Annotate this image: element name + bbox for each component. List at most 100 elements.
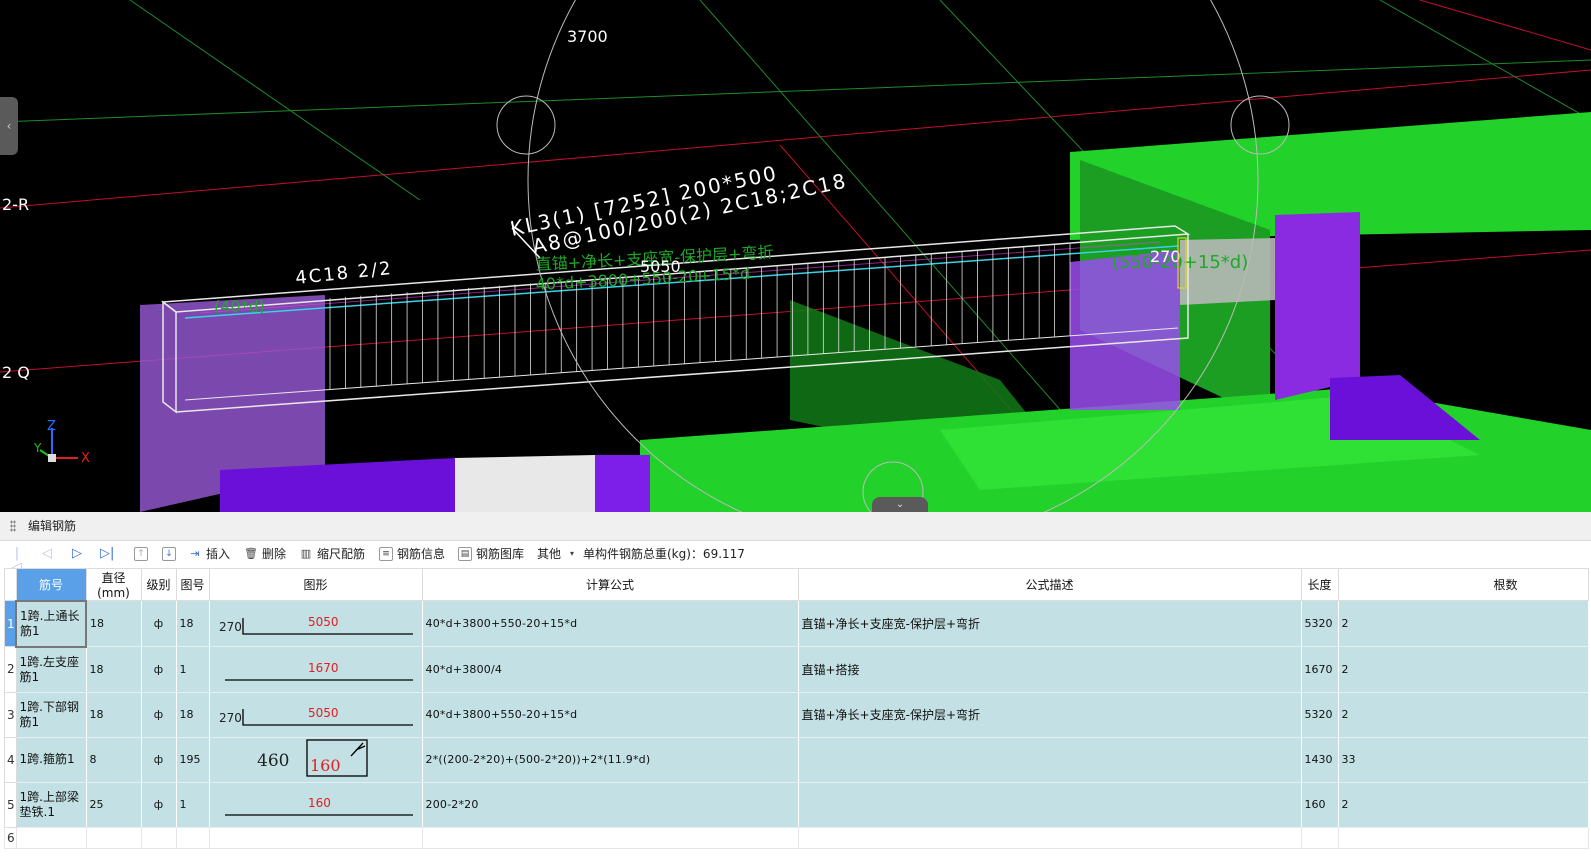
table-row-empty[interactable]: 6 [4, 826, 1589, 849]
cell-name[interactable]: 1跨.箍筋1 [15, 736, 87, 783]
cell-desc[interactable] [797, 826, 1302, 849]
cell-fig[interactable]: 1 [175, 781, 210, 828]
cell-formula[interactable]: 200-2*20 [421, 781, 799, 828]
row-number[interactable]: 6 [4, 826, 17, 849]
table-row[interactable]: 2 1跨.左支座筋1 18 ф 1 1670 40*d+3800/4 直锚+搭接… [4, 646, 1589, 693]
delete-button[interactable]: 🗑 删除 [244, 541, 286, 567]
cell-dia[interactable]: 18 [85, 646, 142, 693]
rebar-library-button[interactable]: ▤ 钢筋图库 [458, 541, 524, 567]
cell-grade[interactable]: ф [140, 691, 177, 738]
side-panel-toggle[interactable]: ‹ [0, 97, 18, 155]
table-row[interactable]: 3 1跨.下部钢筋1 18 ф 18 270 5050 40*d+3800+55… [4, 691, 1589, 738]
cell-dia[interactable]: 25 [85, 781, 142, 828]
shape-left-dim: 460 [257, 751, 289, 771]
cell-desc[interactable]: 直锚+净长+支座宽-保护层+弯折 [797, 691, 1302, 738]
cell-length[interactable]: 5320 [1300, 600, 1339, 647]
cell-dia[interactable]: 18 [85, 600, 142, 647]
cell-length[interactable]: 5320 [1300, 691, 1339, 738]
cell-dia[interactable]: 18 [85, 691, 142, 738]
row-number[interactable]: 5 [4, 781, 17, 828]
cell-fig[interactable]: 18 [175, 600, 210, 647]
row-number[interactable]: 2 [4, 646, 17, 693]
cell-dia[interactable] [85, 826, 142, 849]
table-row[interactable]: 4 1跨.箍筋1 8 ф 195 460 160 2*((200-2*20)+(… [4, 736, 1589, 783]
3d-viewport[interactable]: 2-R 2 Q 3700 KL3(1) [7252] 200*500 A8@10… [0, 0, 1591, 512]
cell-desc[interactable] [797, 736, 1302, 783]
cell-dia[interactable]: 8 [85, 736, 142, 783]
cell-length[interactable]: 1430 [1300, 736, 1339, 783]
col-header-shape[interactable]: 图形 [208, 568, 423, 601]
cell-name[interactable] [15, 826, 87, 849]
cell-grade[interactable]: ф [140, 736, 177, 783]
cell-fig[interactable] [175, 826, 210, 849]
cell-grade[interactable]: ф [140, 600, 177, 647]
first-record-button[interactable]: |◁ [10, 541, 24, 575]
col-header-desc[interactable]: 公式描述 [797, 568, 1302, 601]
cell-grade[interactable]: ф [140, 646, 177, 693]
dimension-top: 3700 [567, 27, 608, 46]
trash-icon: 🗑 [244, 547, 258, 560]
drag-grip-icon[interactable] [10, 520, 16, 532]
cell-shape[interactable]: 270 5050 [208, 691, 423, 738]
row-number[interactable]: 3 [4, 691, 17, 738]
cell-fig[interactable]: 1 [175, 646, 210, 693]
cell-length[interactable]: 1670 [1300, 646, 1339, 693]
3d-scene[interactable]: 2-R 2 Q 3700 KL3(1) [7252] 200*500 A8@10… [0, 0, 1591, 512]
cell-name[interactable]: 1跨.下部钢筋1 [15, 691, 87, 738]
cell-count[interactable]: 2 [1337, 600, 1589, 647]
cell-formula[interactable]: 2*((200-2*20)+(500-2*20))+2*(11.9*d) [421, 736, 799, 783]
cell-fig[interactable]: 195 [175, 736, 210, 783]
col-header-formula[interactable]: 计算公式 [421, 568, 799, 601]
cell-shape[interactable]: 160 [208, 781, 423, 828]
col-header-fig[interactable]: 图号 [175, 568, 210, 601]
cell-grade[interactable]: ф [140, 781, 177, 828]
cell-count[interactable]: 2 [1337, 691, 1589, 738]
grid-line [1419, 0, 1591, 51]
table-row[interactable]: 1 1跨.上通长筋1 18 ф 18 270 5050 40*d+3800+55… [4, 599, 1589, 648]
cell-count[interactable]: 2 [1337, 646, 1589, 693]
cell-desc[interactable] [797, 781, 1302, 828]
cell-formula[interactable]: 40*d+3800+550-20+15*d [421, 600, 799, 647]
cell-count[interactable]: 33 [1337, 736, 1589, 783]
table-header-row: 筋号 直径(mm) 级别 图号 图形 计算公式 公式描述 长度 根数 [4, 568, 1589, 601]
col-header-grade[interactable]: 级别 [140, 568, 177, 601]
cell-count[interactable]: 2 [1337, 781, 1589, 828]
col-header-no[interactable]: 筋号 [15, 568, 87, 601]
cell-shape[interactable] [208, 826, 423, 849]
other-menu-button[interactable]: 其他 ▾ [537, 541, 579, 567]
cell-count[interactable] [1337, 826, 1589, 849]
col-header-dia[interactable]: 直径(mm) [85, 568, 142, 601]
cell-formula[interactable] [421, 826, 799, 849]
cell-desc[interactable]: 直锚+净长+支座宽-保护层+弯折 [797, 600, 1302, 647]
rebar-shape-straight: 1670 [224, 661, 413, 681]
row-number[interactable]: 1 [4, 600, 17, 647]
cell-formula[interactable]: 40*d+3800/4 [421, 646, 799, 693]
axis-gizmo: Z X Y [33, 419, 90, 466]
move-down-button[interactable]: ↓ [162, 541, 176, 567]
cell-grade[interactable] [140, 826, 177, 849]
cell-shape[interactable]: 270 5050 [208, 600, 423, 647]
cell-name[interactable]: 1跨.上通长筋1 [15, 599, 87, 648]
col-header-count[interactable]: 根数 [1337, 568, 1589, 601]
cell-shape[interactable]: 1670 [208, 646, 423, 693]
cell-desc[interactable]: 直锚+搭接 [797, 646, 1302, 693]
cell-length[interactable]: 160 [1300, 781, 1339, 828]
scale-rebar-button[interactable]: ▥ 缩尺配筋 [299, 541, 365, 567]
insert-button[interactable]: ⇥ 插入 [188, 541, 230, 567]
row-number[interactable]: 4 [4, 736, 17, 783]
cell-fig[interactable]: 18 [175, 691, 210, 738]
rebar-info-button[interactable]: ≡ 钢筋信息 [379, 541, 445, 567]
prev-record-button[interactable]: ◁ [40, 541, 54, 567]
cell-name[interactable]: 1跨.左支座筋1 [15, 646, 87, 693]
panel-collapse-handle[interactable]: ⌄ [872, 497, 928, 512]
cell-name[interactable]: 1跨.上部梁垫铁.1 [15, 781, 87, 828]
next-record-button[interactable]: ▷ [70, 541, 84, 567]
cell-shape[interactable]: 460 160 [208, 736, 423, 783]
cell-formula[interactable]: 40*d+3800+550-20+15*d [421, 691, 799, 738]
table-row[interactable]: 5 1跨.上部梁垫铁.1 25 ф 1 160 200-2*20 160 2 [4, 781, 1589, 828]
bar-chart-icon: ▥ [300, 547, 312, 560]
cell-length[interactable] [1300, 826, 1339, 849]
last-record-button[interactable]: ▷| [100, 541, 114, 567]
col-header-length[interactable]: 长度 [1300, 568, 1339, 601]
move-up-button[interactable]: ↑ [134, 541, 148, 567]
